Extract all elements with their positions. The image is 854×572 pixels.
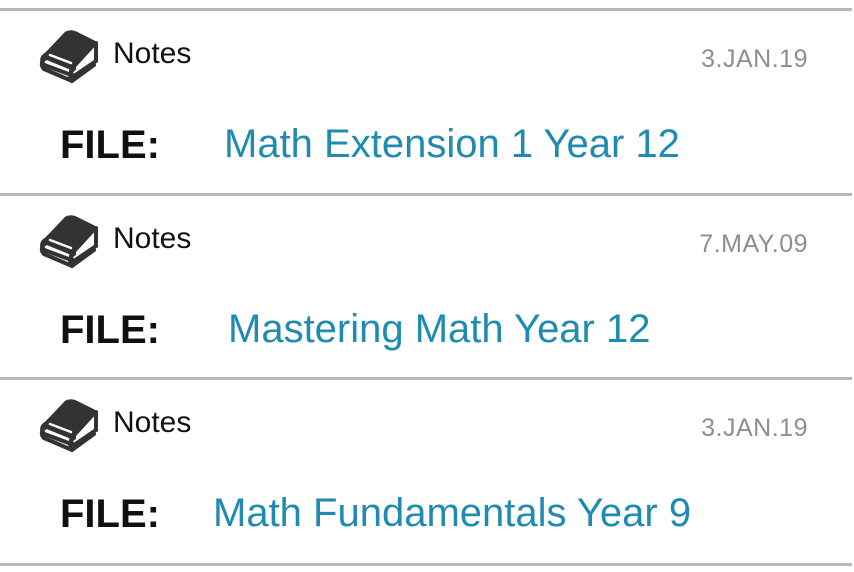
book-stack-icon [38,398,100,452]
list-item[interactable]: Notes 3.JAN.19 FILE: Math Fundamentals Y… [0,380,854,560]
category-label: Notes [113,406,192,439]
file-label: FILE: [60,308,160,352]
divider [0,563,852,566]
file-link[interactable]: Mastering Math Year 12 [228,306,650,352]
category-label: Notes [113,222,192,255]
file-link[interactable]: Math Fundamentals Year 9 [213,490,691,536]
file-link[interactable]: Math Extension 1 Year 12 [224,121,680,167]
file-label: FILE: [60,492,160,536]
category-label: Notes [113,37,192,70]
book-stack-icon [38,214,100,268]
file-label: FILE: [60,123,160,167]
date-label: 7.MAY.09 [699,230,808,258]
book-stack-icon [38,29,100,83]
list-item[interactable]: Notes 3.JAN.19 FILE: Math Extension 1 Ye… [0,11,854,191]
list-item[interactable]: Notes 7.MAY.09 FILE: Mastering Math Year… [0,196,854,376]
date-label: 3.JAN.19 [701,45,808,73]
date-label: 3.JAN.19 [701,414,808,442]
